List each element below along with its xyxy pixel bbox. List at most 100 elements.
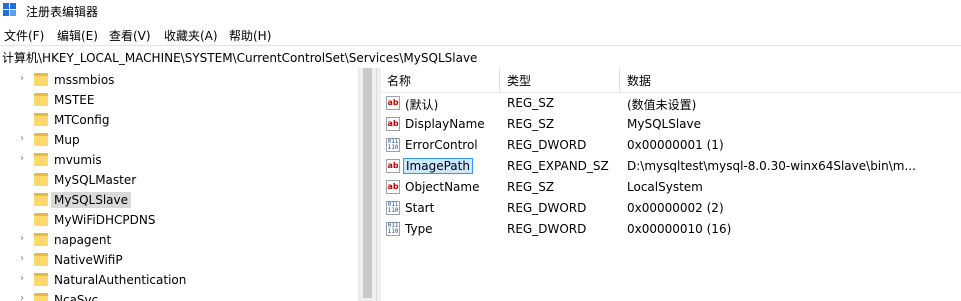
value-type: REG_DWORD (507, 138, 587, 152)
value-type: REG_DWORD (507, 201, 587, 215)
binary-value-icon: 011 110 (386, 222, 400, 236)
tree-scrollbar[interactable] (358, 68, 376, 301)
chevron-right-icon[interactable]: › (20, 153, 30, 165)
chevron-right-icon[interactable]: › (20, 233, 30, 245)
string-value-icon: ab (386, 180, 400, 194)
column-divider[interactable] (619, 68, 620, 92)
folder-icon (34, 73, 48, 86)
chevron-right-icon[interactable]: › (20, 273, 30, 285)
column-header-name[interactable]: 名称 (387, 72, 411, 89)
tree-item-label: MySQLSlave (51, 192, 131, 208)
string-value-icon: ab (386, 159, 400, 173)
menu-edit[interactable]: 编辑(E) (57, 27, 98, 44)
column-header-type[interactable]: 类型 (507, 72, 531, 89)
tree-item[interactable]: › Mup (0, 130, 358, 150)
menu-bar: 文件(F) 编辑(E) 查看(V) 收藏夹(A) 帮助(H) (0, 24, 961, 44)
folder-icon (34, 153, 48, 166)
tree-item[interactable]: MySQLSlave (0, 190, 358, 210)
value-data: MySQLSlave (627, 117, 701, 131)
icon-glyph: 011 110 (387, 222, 399, 235)
value-data: (数值未设置) (627, 98, 697, 112)
binary-value-icon: 011 110 (386, 138, 400, 152)
address-path[interactable]: 计算机\HKEY_LOCAL_MACHINE\SYSTEM\CurrentCon… (2, 49, 477, 66)
value-row[interactable]: 011 110 ErrorControl REG_DWORD 0x00000001 (… (381, 135, 961, 156)
value-data: 0x00000010 (16) (627, 222, 732, 236)
icon-glyph: 011 110 (387, 138, 399, 151)
folder-icon (34, 253, 48, 266)
folder-icon (34, 133, 48, 146)
column-divider[interactable] (499, 68, 500, 92)
menu-help[interactable]: 帮助(H) (229, 27, 271, 44)
address-bar[interactable]: 计算机\HKEY_LOCAL_MACHINE\SYSTEM\CurrentCon… (0, 45, 961, 69)
tree-item[interactable]: › mvumis (0, 150, 358, 170)
tree-item[interactable]: › NaturalAuthentication (0, 270, 358, 290)
tree-item-label: MTConfig (54, 113, 110, 127)
value-name: DisplayName (405, 117, 485, 131)
chevron-right-icon[interactable]: › (20, 73, 30, 85)
value-type: REG_SZ (507, 96, 555, 110)
value-type: REG_DWORD (507, 222, 587, 236)
menu-view[interactable]: 查看(V) (109, 27, 151, 44)
tree-item[interactable]: MSTEE (0, 90, 358, 110)
chevron-right-icon[interactable]: › (20, 293, 30, 301)
folder-icon (34, 173, 48, 186)
list-header: 名称 类型 数据 (381, 68, 961, 93)
value-name: ObjectName (405, 180, 480, 194)
binary-value-icon: 011 110 (386, 201, 400, 215)
tree-item-label: mvumis (54, 153, 102, 167)
value-type: REG_EXPAND_SZ (507, 159, 609, 173)
tree-item[interactable]: MyWiFiDHCPDNS (0, 210, 358, 230)
chevron-right-icon[interactable]: › (20, 133, 30, 145)
tree-item[interactable]: › NcaSvc (0, 290, 358, 301)
value-data: D:\mysqltest\mysql-8.0.30-winx64Slave\bi… (627, 159, 916, 173)
folder-icon (34, 93, 48, 106)
tree-item-label: NaturalAuthentication (54, 273, 187, 287)
folder-icon (34, 293, 48, 301)
value-row[interactable]: 011 110 Start REG_DWORD 0x00000002 (2) (381, 198, 961, 219)
value-row[interactable]: ab ObjectName REG_SZ LocalSystem (381, 177, 961, 198)
menu-favorites[interactable]: 收藏夹(A) (164, 27, 218, 44)
folder-icon (34, 233, 48, 246)
icon-glyph: ab (387, 161, 399, 170)
value-type: REG_SZ (507, 180, 555, 194)
chevron-right-icon[interactable]: › (20, 253, 30, 265)
tree-item[interactable]: MySQLMaster (0, 170, 358, 190)
string-value-icon: ab (386, 117, 400, 131)
title-bar: 注册表编辑器 (0, 0, 961, 22)
icon-glyph: ab (387, 98, 399, 107)
tree-item-label: NcaSvc (54, 293, 99, 301)
column-header-data[interactable]: 数据 (627, 72, 651, 89)
tree-item-label: MSTEE (54, 93, 95, 107)
value-row[interactable]: ab (默认) REG_SZ (数值未设置) (381, 93, 961, 114)
values-list[interactable]: 名称 类型 数据 ab (默认) REG_SZ (数值未设置) ab DisplayNam… (381, 68, 961, 301)
value-row[interactable]: ab ImagePath REG_EXPAND_SZ D:\mysqltest\mys… (381, 156, 961, 177)
registry-editor-icon (3, 3, 17, 17)
value-name: (默认) (405, 98, 439, 112)
tree-item[interactable]: › NativeWifiP (0, 250, 358, 270)
tree-item[interactable]: › napagent (0, 230, 358, 250)
value-name: Type (405, 222, 433, 236)
value-row[interactable]: ab DisplayName REG_SZ MySQLSlave (381, 114, 961, 135)
value-name: Start (405, 201, 435, 215)
value-type: REG_SZ (507, 117, 555, 131)
icon-glyph: ab (387, 182, 399, 191)
folder-icon (34, 193, 48, 206)
value-data: 0x00000002 (2) (627, 201, 724, 215)
window-title: 注册表编辑器 (26, 5, 99, 19)
tree-item[interactable]: MTConfig (0, 110, 358, 130)
icon-glyph: 011 110 (387, 201, 399, 214)
tree-item-label: MySQLMaster (54, 173, 137, 187)
value-name: ImagePath (403, 158, 473, 174)
key-tree[interactable]: › mssmbios MSTEE MTConfig › Mup › mvumis MySQLMa… (0, 68, 358, 301)
tree-item-label: Mup (54, 133, 80, 147)
value-name: ErrorControl (405, 138, 478, 152)
tree-item-label: mssmbios (54, 73, 115, 87)
tree-item-label: MyWiFiDHCPDNS (54, 213, 156, 227)
tree-item-label: NativeWifiP (54, 253, 123, 267)
tree-item-label: napagent (54, 233, 112, 247)
scrollbar-thumb[interactable] (363, 68, 372, 298)
menu-file[interactable]: 文件(F) (4, 27, 44, 44)
tree-item[interactable]: › mssmbios (0, 70, 358, 90)
value-data: 0x00000001 (1) (627, 138, 724, 152)
value-row[interactable]: 011 110 Type REG_DWORD 0x00000010 (16) (381, 219, 961, 240)
